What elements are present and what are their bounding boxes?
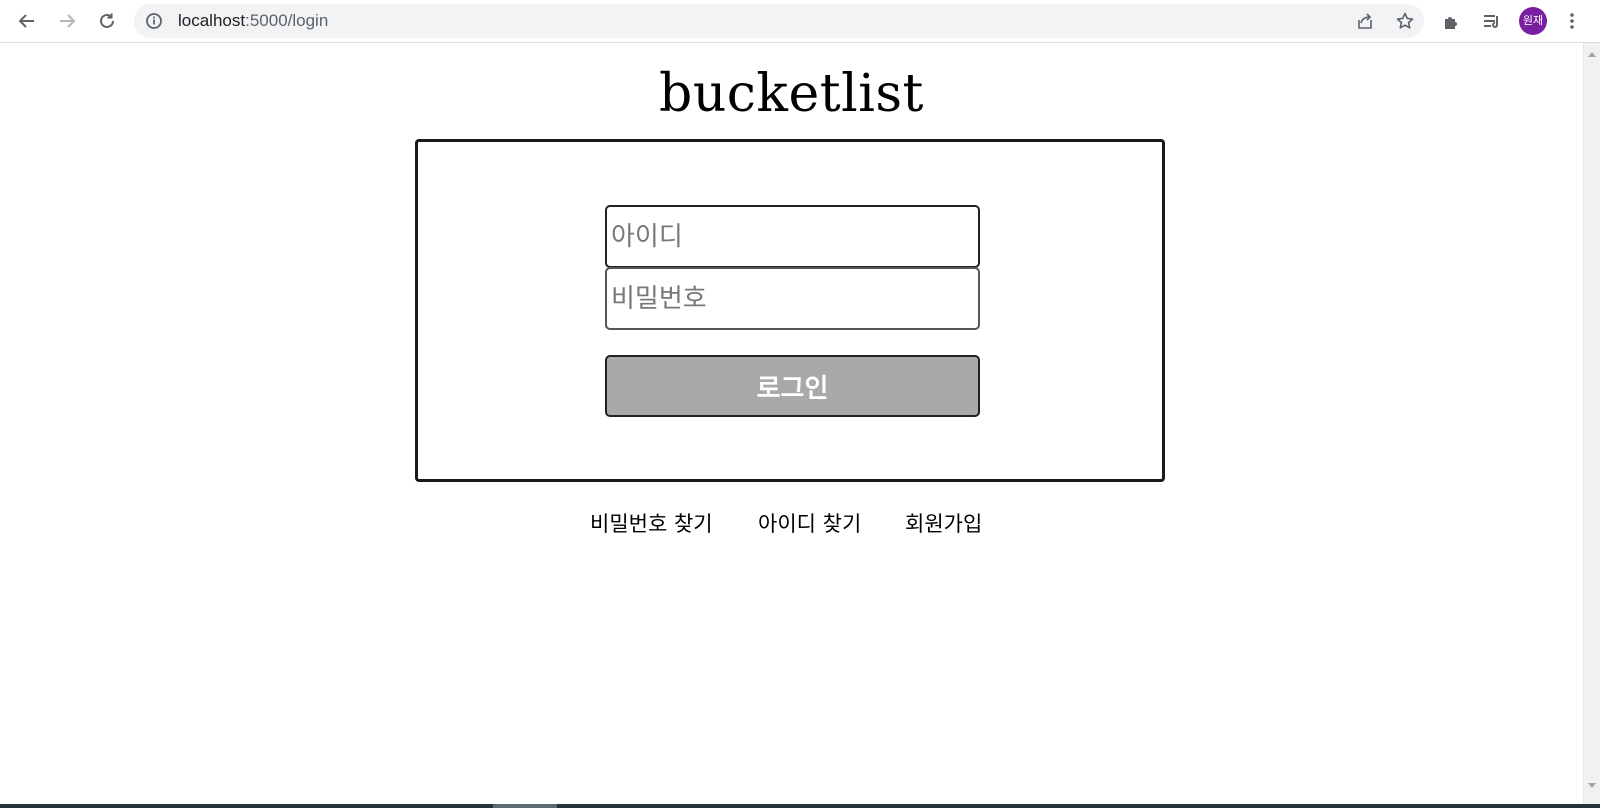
share-icon[interactable]: [1353, 9, 1377, 33]
vertical-scrollbar[interactable]: [1583, 43, 1600, 808]
taskbar-indicator: [493, 804, 557, 808]
page-title: bucketlist: [659, 64, 924, 124]
site-info-icon[interactable]: [144, 11, 164, 31]
scroll-down-arrow-icon[interactable]: [1588, 783, 1596, 788]
reading-list-icon[interactable]: [1477, 6, 1507, 36]
back-icon[interactable]: [12, 6, 42, 36]
browser-toolbar: localhost:5000/login 원재: [0, 0, 1600, 43]
find-password-link[interactable]: 비밀번호 찾기: [590, 508, 713, 538]
id-input[interactable]: [605, 205, 980, 268]
profile-avatar[interactable]: 원재: [1519, 7, 1547, 35]
url-path: :5000/login: [245, 11, 329, 30]
find-id-link[interactable]: 아이디 찾기: [758, 508, 861, 538]
taskbar-strip: [0, 804, 1600, 808]
url-text[interactable]: localhost:5000/login: [178, 4, 328, 38]
url-host: localhost: [178, 11, 246, 30]
bookmark-star-icon[interactable]: [1393, 9, 1417, 33]
scroll-up-arrow-icon[interactable]: [1588, 52, 1596, 57]
reload-icon[interactable]: [92, 6, 122, 36]
extensions-icon[interactable]: [1437, 6, 1467, 36]
forward-icon[interactable]: [52, 6, 82, 36]
login-button[interactable]: 로그인: [605, 355, 980, 417]
more-menu-icon[interactable]: [1557, 6, 1587, 36]
address-bar[interactable]: localhost:5000/login: [134, 4, 1424, 38]
password-input[interactable]: [605, 267, 980, 330]
signup-link[interactable]: 회원가입: [905, 508, 982, 538]
